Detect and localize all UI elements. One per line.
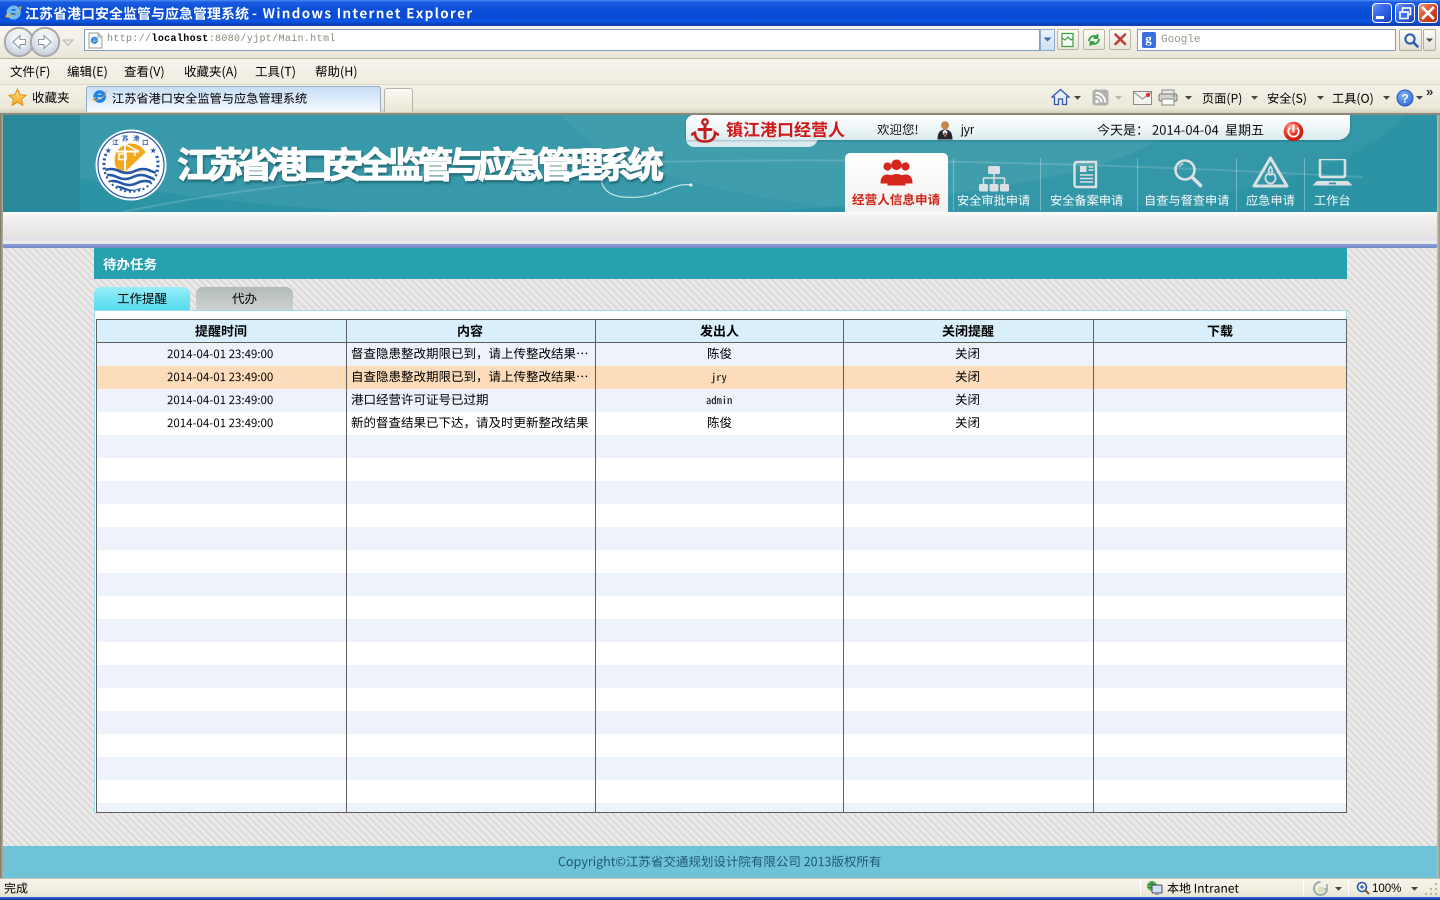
svg-text:?: ? — [1401, 91, 1408, 105]
